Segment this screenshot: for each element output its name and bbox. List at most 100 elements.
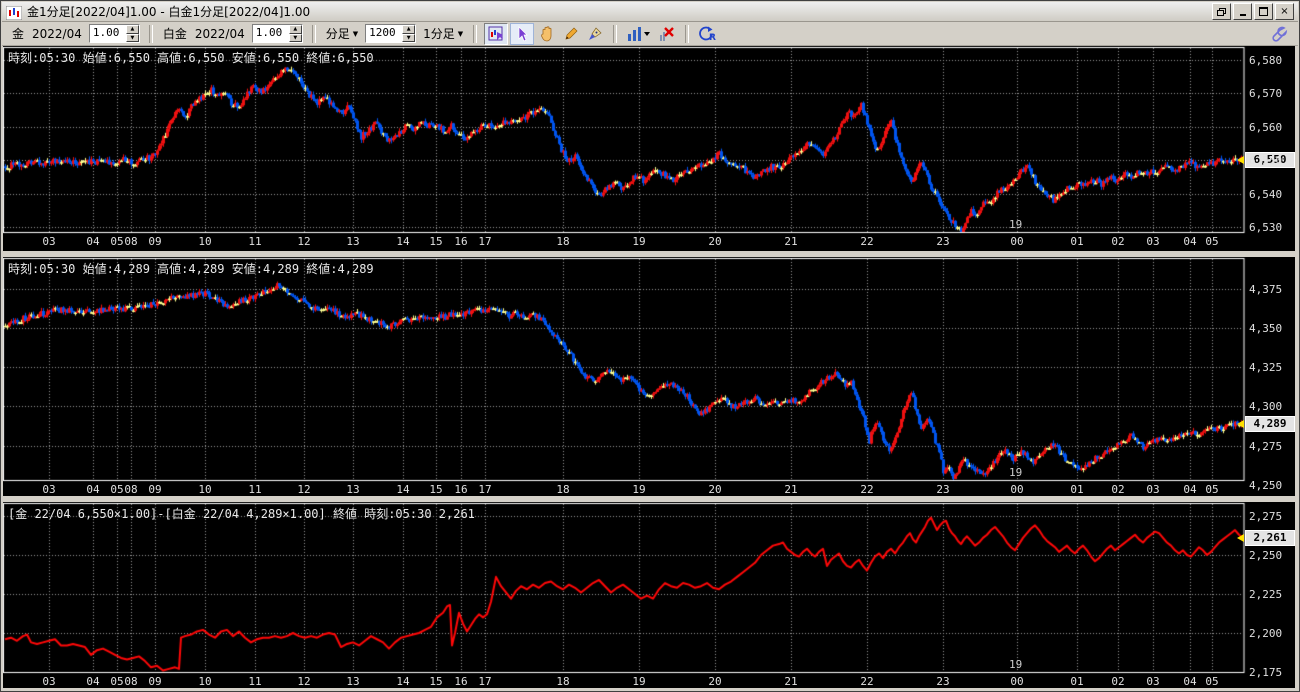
spinner-up-icon[interactable]: ▲ [402,25,416,34]
chart-panel-gold: 時刻:05:30 始値:6,550 高値:6,550 安値:6,550 終値:6… [3,46,1295,251]
gold-multiplier-spinner[interactable]: 1.00 ▲ ▼ [88,24,140,43]
x-axis-label: 11 [248,235,262,248]
x-axis-label: 20 [708,483,722,496]
y-axis-label: 4,300 [1249,400,1283,414]
x-axis-label: 17 [478,483,492,496]
date-marker: 19 [1009,218,1023,231]
delete-chart-icon [660,26,675,41]
interval-type-dropdown[interactable]: 分足 ▼ [326,25,358,42]
x-axis-label: 08 [124,675,138,688]
x-axis-label: 04 [86,675,100,688]
spinner-down-icon[interactable]: ▼ [125,33,139,42]
toolbar-separator [685,24,690,43]
bar-count-value[interactable]: 1200 [366,25,402,42]
chart-panel-platinum: 時刻:05:30 始値:4,289 高値:4,289 安値:4,289 終値:4… [3,257,1295,496]
gold-symbol-label: 金 [12,27,25,41]
platinum-multiplier-spinner[interactable]: 1.00 ▲ ▼ [251,24,303,43]
close-button[interactable]: × [1275,3,1294,20]
x-axis-label: 11 [248,483,262,496]
charts-area: 時刻:05:30 始値:6,550 高値:6,550 安値:6,550 終値:6… [3,46,1299,691]
chart-header-gold: 時刻:05:30 始値:6,550 高値:6,550 安値:6,550 終値:6… [8,51,374,65]
pointer-icon [518,25,529,41]
x-axis-label: 03 [1146,483,1160,496]
reset-chart-button[interactable]: R [696,24,718,44]
platinum-multiplier-value[interactable]: 1.00 [253,25,289,42]
remove-indicator-button[interactable] [656,24,678,44]
spinner-up-icon[interactable]: ▲ [125,25,139,34]
chart-header-platinum: 時刻:05:30 始値:4,289 高値:4,289 安値:4,289 終値:4… [8,262,374,276]
x-axis-label: 14 [396,235,410,248]
y-axis-label: 2,250 [1249,549,1283,562]
chart-plot[interactable] [3,502,1295,688]
y-axis-label: 4,350 [1249,322,1283,335]
x-axis-label: 12 [297,675,311,688]
x-axis-label: 22 [860,675,874,688]
chevron-down-icon: ▼ [457,29,464,38]
spinner-up-icon[interactable]: ▲ [288,25,302,34]
float-window-button[interactable] [1212,3,1231,20]
window-title: 金1分足[2022/04]1.00 - 白金1分足[2022/04]1.00 [27,5,311,19]
date-marker: 19 [1009,658,1023,671]
x-axis-label: 08 [124,235,138,248]
pan-tool-button[interactable] [536,24,558,44]
x-axis-label: 03 [42,483,56,496]
bar-count-spinner[interactable]: 1200 ▲ ▼ [365,24,417,43]
pen-tool-button[interactable] [584,24,606,44]
spinner-down-icon[interactable]: ▼ [402,33,416,42]
current-price-arrow-icon [1237,156,1244,165]
spinner-down-icon[interactable]: ▼ [288,33,302,42]
x-axis-label: 16 [454,235,468,248]
chart-plot[interactable] [3,257,1295,496]
pointer-tool-button[interactable] [510,22,535,45]
x-axis-label: 18 [556,675,570,688]
title-bar[interactable]: 金1分足[2022/04]1.00 - 白金1分足[2022/04]1.00 × [2,2,1298,22]
y-axis-label: 6,550 [1249,154,1283,168]
x-axis-label: 03 [42,675,56,688]
x-axis-label: 19 [632,675,646,688]
x-axis-label: 17 [478,675,492,688]
y-axis-label: 4,275 [1249,439,1283,453]
interval-dropdown[interactable]: 1分足 ▼ [423,25,463,42]
maximize-button[interactable] [1254,3,1273,20]
x-axis-label: 13 [346,235,360,248]
x-axis-label: 03 [1146,235,1160,248]
x-axis-label: 08 [124,483,138,496]
pencil-tool-button[interactable] [560,24,582,44]
chart-type-dropdown-button[interactable] [624,24,654,44]
chart-header-spread: [金 22/04 6,550×1.00]-[白金 22/04 4,289×1.0… [8,507,475,521]
x-axis-label: 01 [1070,483,1084,496]
gold-month-label: 2022/04 [32,26,82,41]
toolbar-separator [148,24,153,43]
minimize-button[interactable] [1233,3,1252,20]
settings-button[interactable] [1269,24,1291,44]
x-axis-label: 12 [297,235,311,248]
toolbar: 金 2022/04 1.00 ▲ ▼ 白金 2022/04 1.00 ▲ ▼ 分足 ▼… [2,22,1298,46]
x-axis-label: 11 [248,675,262,688]
y-axis-label: 2,275 [1249,510,1283,523]
chart-panel-spread: [金 22/04 6,550×1.00]-[白金 22/04 4,289×1.0… [3,502,1295,688]
x-axis-label: 05 [1205,235,1219,248]
y-axis-label: 2,225 [1249,588,1283,601]
x-axis-label: 04 [86,483,100,496]
x-axis-label: 20 [708,235,722,248]
x-axis-label: 02 [1111,235,1125,248]
pen-icon [589,26,602,40]
x-axis-label: 15 [429,483,443,496]
wrench-icon [1272,26,1288,42]
gold-multiplier-value[interactable]: 1.00 [90,25,126,42]
x-axis-label: 00 [1010,675,1024,688]
x-axis-label: 10 [198,483,212,496]
x-axis-label: 05 [1205,675,1219,688]
chart-cursor-icon [488,26,504,40]
chart-plot[interactable] [3,46,1295,251]
y-axis-label: 6,580 [1249,53,1283,67]
x-axis-label: 17 [478,235,492,248]
toolbar-separator [473,24,478,43]
x-axis-label: 15 [429,235,443,248]
x-axis-label: 10 [198,235,212,248]
platinum-month-label: 2022/04 [194,26,245,41]
x-axis-label: 14 [396,675,410,688]
reset-icon: R [699,26,716,42]
y-axis-label: 6,540 [1249,187,1283,201]
chart-cursor-tool-button[interactable] [484,22,509,45]
